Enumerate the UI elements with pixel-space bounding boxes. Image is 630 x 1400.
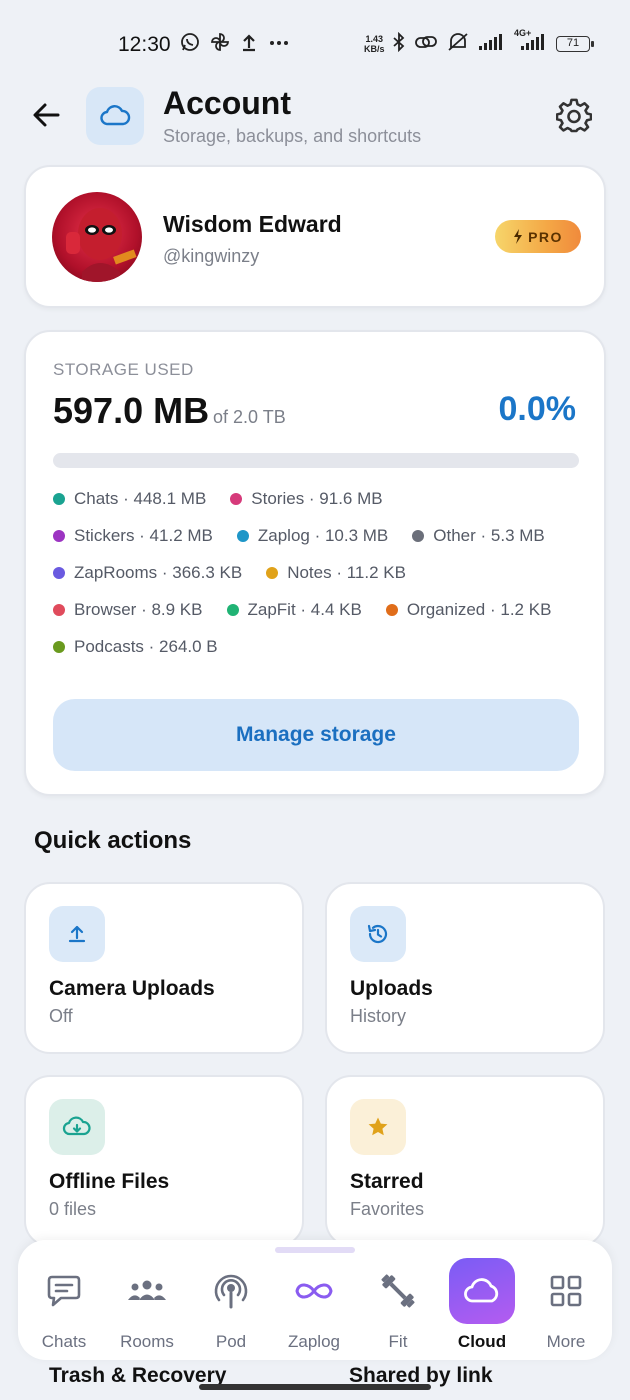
nav-fit[interactable]: Fit xyxy=(358,1258,438,1354)
profile-handle: @kingwinzy xyxy=(163,246,260,266)
lightning-icon xyxy=(514,229,523,244)
battery-icon: 71 xyxy=(556,36,594,52)
avatar xyxy=(52,192,142,282)
people-icon xyxy=(114,1258,180,1324)
legend-zaprooms: ZapRooms · 366.3 KB xyxy=(53,563,242,583)
signal-icon xyxy=(478,32,504,57)
cloud-icon xyxy=(449,1258,515,1324)
history-icon xyxy=(350,906,406,962)
chat-icon xyxy=(31,1258,97,1324)
nav-rooms[interactable]: Rooms xyxy=(107,1258,187,1354)
nav-zaplog[interactable]: Zaplog xyxy=(274,1258,354,1354)
storage-used: 597.0 MB xyxy=(53,390,210,431)
legend-notes: Notes · 11.2 KB xyxy=(266,563,406,583)
dumbbell-icon xyxy=(365,1258,431,1324)
action-title: Camera Uploads xyxy=(49,977,215,1000)
nav-handle xyxy=(275,1247,355,1253)
storage-label: STORAGE USED xyxy=(53,360,194,379)
storage-card: STORAGE USED 597.0 MB of 2.0 TB 0.0% Cha… xyxy=(24,330,606,796)
legend-stickers: Stickers · 41.2 MB xyxy=(53,526,213,546)
camera-uploads-card[interactable]: Camera Uploads Off xyxy=(24,882,304,1054)
podcast-icon xyxy=(198,1258,264,1324)
star-icon xyxy=(350,1099,406,1155)
action-title: Offline Files xyxy=(49,1170,170,1193)
link-icon xyxy=(414,32,438,57)
action-subtitle: History xyxy=(350,1006,407,1026)
whatsapp-icon xyxy=(180,32,200,58)
back-button[interactable] xyxy=(30,98,64,132)
action-title: Uploads xyxy=(350,977,433,1000)
action-subtitle: Off xyxy=(49,1006,73,1026)
starred-card[interactable]: Starred Favorites xyxy=(325,1075,605,1247)
status-time: 12:30 xyxy=(118,33,171,56)
offline-files-card[interactable]: Offline Files 0 files xyxy=(24,1075,304,1247)
legend-chats: Chats · 448.1 MB xyxy=(53,489,206,509)
upload-icon xyxy=(240,32,258,58)
settings-button[interactable] xyxy=(555,98,593,134)
nav-cloud[interactable]: Cloud xyxy=(442,1258,522,1354)
network-speed: 1.43 KB/s xyxy=(364,34,385,54)
gear-icon xyxy=(555,98,593,133)
more-dots-icon xyxy=(268,32,290,58)
nav-pod[interactable]: Pod xyxy=(191,1258,271,1354)
cloud-download-icon xyxy=(49,1099,105,1155)
bluetooth-icon xyxy=(392,31,406,57)
nav-chats[interactable]: Chats xyxy=(24,1258,104,1354)
infinity-icon xyxy=(281,1258,347,1324)
legend-podcasts: Podcasts · 264.0 B xyxy=(53,637,218,657)
mute-icon xyxy=(446,32,470,57)
upload-icon xyxy=(49,906,105,962)
legend-organized: Organized · 1.2 KB xyxy=(385,600,551,620)
grid-icon xyxy=(533,1258,599,1324)
legend-zapfit: ZapFit · 4.4 KB xyxy=(226,600,362,620)
legend-browser: Browser · 8.9 KB xyxy=(53,600,203,620)
storage-progress-bar xyxy=(53,453,579,468)
uploads-history-card[interactable]: Uploads History xyxy=(325,882,605,1054)
home-indicator[interactable] xyxy=(199,1384,431,1390)
page-subtitle: Storage, backups, and shortcuts xyxy=(163,126,422,146)
page-title: Account xyxy=(163,85,291,121)
back-arrow-icon xyxy=(33,103,60,127)
status-bar: 12:30 1.43 KB/s 4G+ 71 xyxy=(0,0,630,84)
header-cloud-icon xyxy=(86,87,144,145)
manage-storage-button[interactable]: Manage storage xyxy=(53,699,579,771)
nav-more[interactable]: More xyxy=(526,1258,606,1354)
bottom-nav: Chats Rooms Pod Zaplog Fit Cloud More xyxy=(18,1240,612,1360)
profile-name: Wisdom Edward xyxy=(163,211,342,237)
quick-actions-title: Quick actions xyxy=(34,827,192,854)
pro-badge: PRO xyxy=(495,220,581,253)
legend-other: Other · 5.3 MB xyxy=(412,526,545,546)
storage-total: of 2.0 TB xyxy=(213,407,286,427)
action-subtitle: 0 files xyxy=(49,1199,97,1219)
legend-zaplog: Zaplog · 10.3 MB xyxy=(236,526,388,546)
action-subtitle: Favorites xyxy=(350,1199,425,1219)
legend-stories: Stories · 91.6 MB xyxy=(230,489,383,509)
storage-percent: 0.0% xyxy=(498,390,577,428)
signal-4g-icon: 4G+ xyxy=(512,28,546,57)
profile-card[interactable]: Wisdom Edward @kingwinzy PRO xyxy=(24,165,606,308)
action-title: Starred xyxy=(350,1170,424,1193)
pinwheel-icon xyxy=(210,32,230,58)
